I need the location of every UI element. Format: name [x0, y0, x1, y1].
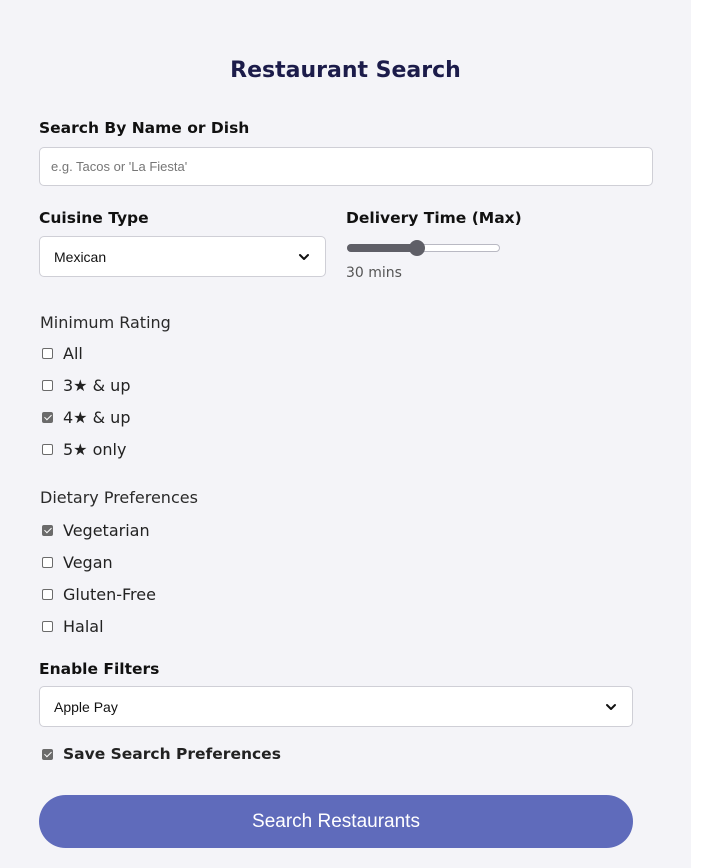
chevron-down-icon: [299, 253, 309, 260]
checkbox[interactable]: [42, 379, 53, 391]
dietary-label: Dietary Preferences: [40, 488, 198, 507]
rating-option-label: 5★ only: [63, 439, 127, 459]
delivery-label: Delivery Time (Max): [346, 209, 522, 227]
rating-option-5-only[interactable]: 5★ only: [42, 438, 126, 460]
rating-option-label: 4★ & up: [63, 407, 131, 427]
search-input[interactable]: [39, 147, 653, 186]
checkbox[interactable]: [42, 556, 53, 568]
rating-option-label: All: [63, 343, 83, 363]
checkbox[interactable]: [42, 620, 53, 632]
delivery-time-value: 30 mins: [346, 265, 402, 281]
dietary-option-vegan[interactable]: Vegan: [42, 551, 113, 573]
checkbox[interactable]: [42, 588, 53, 600]
rating-label: Minimum Rating: [40, 313, 171, 332]
search-label: Search By Name or Dish: [39, 119, 250, 137]
checkbox[interactable]: [42, 443, 53, 455]
dietary-option-label: Vegan: [63, 552, 113, 572]
filters-select[interactable]: Apple Pay: [39, 686, 633, 727]
delivery-time-slider[interactable]: [347, 239, 500, 257]
cuisine-select[interactable]: Mexican: [39, 236, 326, 277]
cuisine-selected-value: Mexican: [54, 248, 107, 265]
dietary-option-label: Gluten-Free: [63, 584, 156, 604]
search-restaurants-button[interactable]: Search Restaurants: [39, 795, 633, 848]
checkbox[interactable]: [42, 411, 53, 423]
dietary-option-vegetarian[interactable]: Vegetarian: [42, 519, 150, 541]
rating-option-label: 3★ & up: [63, 375, 131, 395]
rating-option-3-up[interactable]: 3★ & up: [42, 374, 130, 396]
checkbox[interactable]: [42, 748, 53, 760]
save-preferences-label: Save Search Preferences: [63, 745, 281, 763]
page-title: Restaurant Search: [230, 58, 461, 83]
filters-label: Enable Filters: [39, 660, 160, 678]
checkbox[interactable]: [42, 347, 53, 359]
search-panel: Restaurant Search Search By Name or Dish…: [0, 0, 691, 868]
checkbox[interactable]: [42, 524, 53, 536]
rating-option-all[interactable]: All: [42, 342, 83, 364]
slider-thumb[interactable]: [408, 240, 425, 256]
rating-option-4-up[interactable]: 4★ & up: [42, 406, 130, 428]
dietary-option-label: Halal: [63, 616, 104, 636]
cuisine-label: Cuisine Type: [39, 209, 149, 227]
dietary-option-label: Vegetarian: [63, 520, 150, 540]
dietary-option-halal[interactable]: Halal: [42, 615, 104, 637]
chevron-down-icon: [606, 703, 616, 710]
save-preferences-checkbox[interactable]: Save Search Preferences: [42, 743, 281, 765]
slider-fill: [347, 244, 417, 252]
filters-selected-value: Apple Pay: [54, 698, 118, 715]
dietary-option-gluten-free[interactable]: Gluten-Free: [42, 583, 156, 605]
